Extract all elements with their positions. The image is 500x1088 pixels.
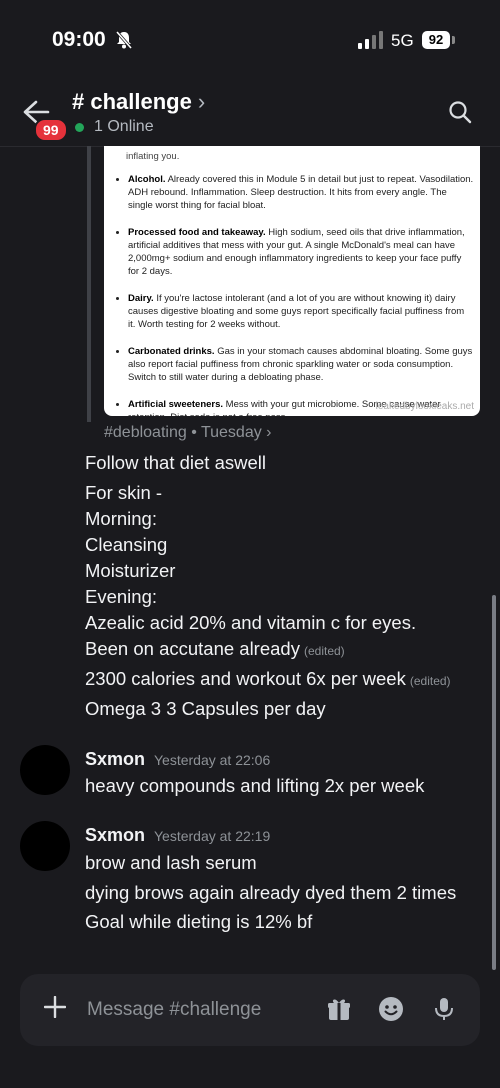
message-line: Morning: [85, 508, 157, 529]
signal-icon [358, 31, 383, 49]
embed-item: Dairy. If you're lactose intolerant (and… [128, 292, 474, 331]
author-name[interactable]: Sxmon [85, 749, 145, 770]
message-timestamp: Yesterday at 22:06 [154, 752, 271, 768]
forward-bar [87, 146, 91, 422]
edited-tag: (edited) [409, 674, 451, 688]
message-line: Been on accutane already (edited) [85, 638, 345, 659]
message-line: Cleansing [85, 534, 168, 555]
message-timestamp: Yesterday at 22:19 [154, 828, 271, 844]
forward-source-link[interactable]: #debloating • Tuesday › [104, 424, 272, 442]
message-line: Goal while dieting is 12% bf [85, 911, 313, 932]
channel-name: # challenge [72, 89, 192, 114]
author-name[interactable]: Sxmon [85, 825, 145, 846]
message-line: 2300 calories and workout 6x per week (ed… [85, 668, 451, 689]
chevron-right-icon: › [197, 89, 206, 114]
embed-item: Alcohol. Already covered this in Module … [128, 173, 474, 212]
emoji-icon[interactable] [378, 996, 404, 1022]
message-line: brow and lash serum [85, 852, 257, 873]
network-type: 5G [391, 31, 414, 50]
plus-icon[interactable] [44, 996, 66, 1018]
embed-item: Carbonated drinks. Gas in your stomach c… [128, 345, 474, 384]
battery-tip [452, 36, 455, 44]
message-composer [20, 974, 480, 1046]
status-time: 09:00 [52, 28, 106, 51]
message-line: Moisturizer [85, 560, 176, 581]
embed-cut-text: inflating you. [126, 151, 180, 162]
avatar[interactable] [20, 745, 70, 795]
search-icon[interactable] [448, 100, 472, 124]
embed-list: Alcohol. Already covered this in Module … [104, 173, 480, 416]
channel-header: 99 # challenge › 1 Online [0, 80, 500, 147]
message-line: Evening: [85, 586, 157, 607]
message-line: Azealic acid 20% and vitamin c for eyes. [85, 612, 417, 633]
microphone-icon[interactable] [431, 996, 457, 1022]
avatar[interactable] [20, 821, 70, 871]
online-status-dot [75, 123, 84, 132]
message-line: heavy compounds and lifting 2x per week [85, 775, 425, 796]
scrollbar[interactable] [492, 595, 496, 970]
message-line: dying brows again already dyed them 2 ti… [85, 882, 457, 903]
watermark: leakedbylooxleaks.net [375, 401, 474, 412]
battery-level: 92 [422, 31, 450, 49]
message-line: Omega 3 3 Capsules per day [85, 698, 326, 719]
unread-badge: 99 [34, 118, 68, 142]
message-line: Follow that diet aswell [85, 452, 266, 473]
channel-title[interactable]: # challenge › [72, 89, 205, 115]
gift-icon[interactable] [326, 996, 352, 1022]
status-bar: 09:00 5G 92 [0, 0, 500, 80]
message-input[interactable] [85, 998, 309, 1022]
forwarded-image[interactable]: inflating you. Alcohol. Already covered … [104, 146, 480, 416]
embed-item: Processed food and takeaway. High sodium… [128, 226, 474, 278]
edited-tag: (edited) [303, 644, 345, 658]
online-count: 1 Online [94, 118, 154, 135]
bell-muted-icon [115, 31, 133, 49]
message-line: For skin - [85, 482, 163, 503]
